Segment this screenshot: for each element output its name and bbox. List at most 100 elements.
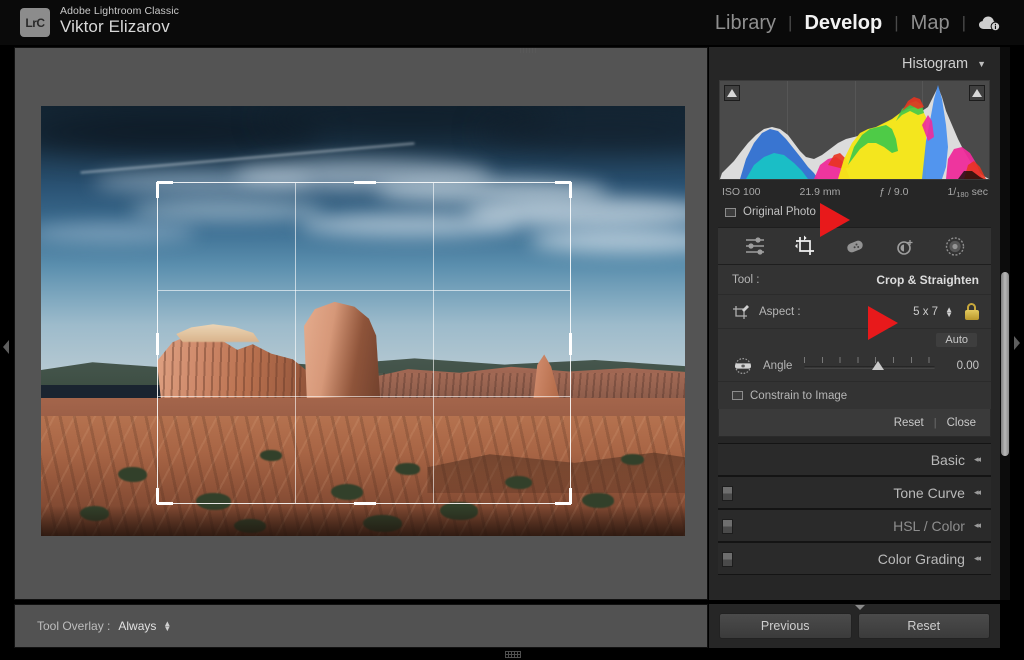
crop-handle-bottom-center[interactable] [354, 502, 376, 505]
reset-button[interactable]: Reset [857, 613, 990, 639]
original-photo-label: Original Photo [743, 206, 816, 218]
tool-value: Crop & Straighten [876, 272, 979, 287]
exif-aperture: ƒ / 9.0 [879, 186, 909, 198]
tool-title-row: Tool : Crop & Straighten [718, 265, 991, 295]
panel-header-color-grading[interactable]: Color Grading ◂◂ [718, 542, 991, 575]
left-panel-collapse-arrow[interactable] [2, 340, 11, 354]
masking-icon[interactable] [943, 234, 967, 258]
crop-handle-top-right-v[interactable] [569, 182, 572, 198]
panel-label-color-grading: Color Grading [877, 550, 965, 567]
constrain-to-image-label: Constrain to Image [750, 389, 848, 402]
disclosure-arrow-icon[interactable]: ◂◂ [974, 520, 981, 531]
panel-resize-caret-icon [855, 605, 865, 610]
original-photo-checkbox[interactable] [725, 207, 736, 217]
module-library[interactable]: Library [703, 6, 788, 40]
crop-actions-separator: | [933, 416, 937, 429]
healing-brush-icon[interactable] [843, 234, 867, 258]
exif-shutter-denominator: 180 [956, 190, 969, 199]
crop-reset-button[interactable]: Reset [894, 417, 924, 429]
crop-grid-horizontal-2 [158, 396, 570, 398]
crop-actions-row: Reset | Close [718, 409, 991, 437]
exif-shutter-suffix: sec [971, 186, 988, 198]
crop-tool-section: Tool : Crop & Straighten Aspect : 5 x 7 … [718, 265, 991, 409]
photo-preview[interactable] [41, 106, 685, 536]
image-stage [14, 47, 708, 600]
angle-row: Angle 0.00 [718, 351, 991, 381]
module-develop[interactable]: Develop [792, 6, 894, 40]
identity-plate-bar: LrC Adobe Lightroom Classic Viktor Eliza… [0, 0, 1024, 45]
panel-header-basic[interactable]: Basic ◂◂ [718, 443, 991, 476]
angle-slider-knob[interactable] [872, 361, 885, 370]
crop-grid-vertical-1 [295, 183, 297, 503]
exif-iso: ISO 100 [722, 186, 761, 198]
disclosure-arrow-icon[interactable]: ◂◂ [974, 454, 981, 465]
tool-overlay-stepper[interactable]: ▲ ▼ [163, 620, 171, 633]
histogram-header[interactable]: Histogram ▼ [709, 47, 1000, 80]
tool-overlay-label: Tool Overlay : [37, 619, 111, 633]
crop-grid-vertical-2 [432, 183, 434, 503]
aspect-value[interactable]: 5 x 7 [913, 306, 938, 318]
right-panel-footer: Previous Reset [709, 604, 1000, 648]
auto-straighten-row: Auto [718, 329, 991, 351]
panel-header-hsl-color[interactable]: HSL / Color ◂◂ [718, 509, 991, 542]
develop-tool-strip [718, 227, 991, 265]
lock-closed-icon[interactable] [964, 303, 979, 320]
user-name: Viktor Elizarov [60, 17, 170, 36]
basic-adjustments-icon[interactable] [743, 234, 767, 258]
lightroom-logo: LrC [20, 8, 50, 37]
annotation-arrow-original-photo [820, 203, 850, 237]
crop-handle-top-left-v[interactable] [156, 182, 159, 198]
cloud-status-icon[interactable] [966, 15, 1012, 32]
crop-overlay-box[interactable] [156, 181, 572, 505]
aspect-row: Aspect : 5 x 7 ▲ ▼ [718, 295, 991, 329]
angle-slider-ticks [804, 357, 935, 363]
constrain-to-image-checkbox[interactable] [732, 391, 743, 400]
auto-button[interactable]: Auto [936, 333, 977, 347]
module-picker: Library | Develop | Map | [703, 6, 1012, 40]
annotation-arrow-aspect [868, 306, 898, 340]
panel-switch-color-grading[interactable] [722, 552, 733, 567]
window-bottom-grip[interactable] [505, 651, 521, 658]
exif-focal-length: 21.9 mm [799, 186, 841, 198]
previous-button[interactable]: Previous [719, 613, 852, 639]
crop-handle-top-center[interactable] [354, 181, 376, 184]
panel-label-basic: Basic [930, 451, 965, 468]
aspect-stepper[interactable]: ▲ ▼ [945, 305, 953, 318]
right-panel-scrollbar-thumb[interactable] [1001, 272, 1009, 456]
crop-handle-bottom-right-v[interactable] [569, 488, 572, 504]
crop-frame-icon [732, 304, 750, 320]
angle-level-icon [732, 358, 754, 374]
crop-handle-bottom-left[interactable] [157, 502, 173, 505]
histogram-graph[interactable] [719, 80, 990, 180]
original-photo-row[interactable]: Original Photo [725, 206, 1000, 218]
red-eye-correction-icon[interactable] [893, 234, 917, 258]
right-panel: Histogram ▼ ISO 100 21.9 mm ƒ / 9.0 1/18… [709, 47, 1000, 600]
angle-value[interactable]: 0.00 [945, 360, 979, 372]
panel-switch-hsl-color[interactable] [722, 519, 733, 534]
crop-handle-left-middle[interactable] [156, 333, 159, 355]
crop-handle-right-middle[interactable] [569, 333, 572, 355]
disclosure-arrow-icon[interactable]: ◂◂ [974, 553, 981, 564]
exif-info-row: ISO 100 21.9 mm ƒ / 9.0 1/180 sec [722, 186, 988, 199]
angle-slider-track[interactable] [804, 366, 935, 369]
module-map[interactable]: Map [899, 6, 962, 40]
disclosure-arrow-icon[interactable]: ◂◂ [974, 487, 981, 498]
tool-label: Tool : [732, 273, 760, 286]
angle-slider[interactable] [804, 356, 935, 376]
right-panel-collapse-arrow[interactable] [1012, 336, 1021, 350]
crop-close-button[interactable]: Close [947, 417, 976, 429]
crop-handle-top-left[interactable] [157, 181, 173, 184]
crop-straighten-icon[interactable] [793, 234, 817, 258]
constrain-to-image-row[interactable]: Constrain to Image [718, 381, 991, 409]
chevron-down-icon[interactable]: ▼ [977, 59, 986, 69]
tool-overlay-value[interactable]: Always [118, 619, 156, 633]
lightroom-window: LrC Adobe Lightroom Classic Viktor Eliza… [0, 0, 1024, 660]
panel-switch-tone-curve[interactable] [722, 486, 733, 501]
stage-top-grip[interactable] [520, 48, 536, 53]
crop-handle-bottom-left-v[interactable] [156, 488, 159, 504]
histogram-title: Histogram [902, 55, 969, 72]
highlight-clipping-indicator[interactable] [969, 85, 985, 101]
panel-header-tone-curve[interactable]: Tone Curve ◂◂ [718, 476, 991, 509]
exif-shutter-speed: 1/180 sec [947, 186, 988, 199]
shadow-clipping-indicator[interactable] [724, 85, 740, 101]
